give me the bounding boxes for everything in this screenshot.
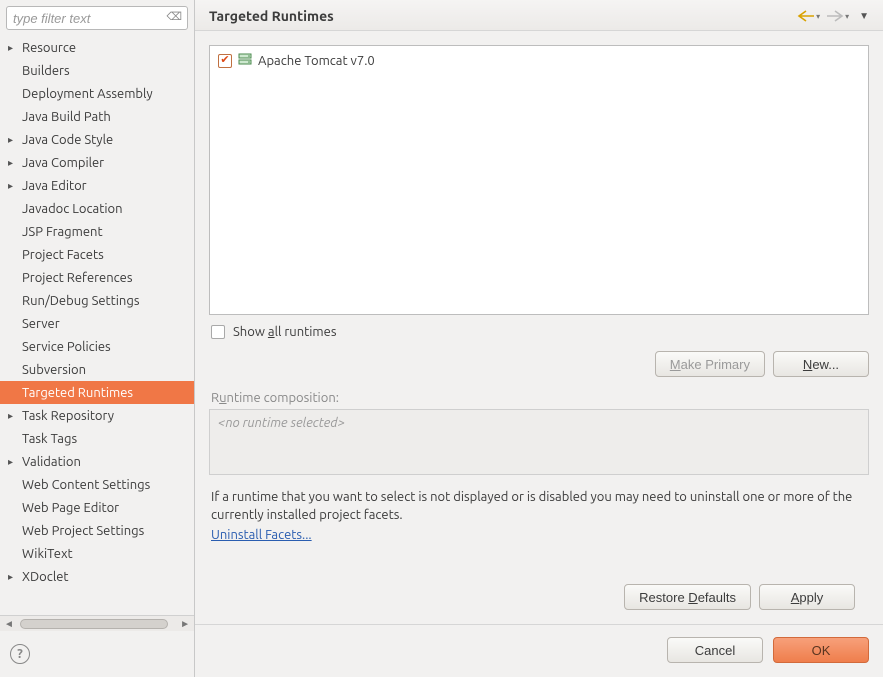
preferences-tree[interactable]: ▸ResourceBuildersDeployment AssemblyJava…: [0, 34, 194, 615]
main-pane: Targeted Runtimes ▾ ▾ ▼ Apache Tomcat v7…: [195, 0, 883, 677]
tree-item-label: Builders: [8, 64, 70, 78]
tree-item-label: Project References: [8, 271, 132, 285]
sidebar: ⌫ ▸ResourceBuildersDeployment AssemblyJa…: [0, 0, 195, 677]
clear-filter-icon[interactable]: ⌫: [166, 10, 182, 23]
runtimes-list[interactable]: Apache Tomcat v7.0: [209, 45, 869, 315]
show-all-runtimes-checkbox[interactable]: [211, 325, 225, 339]
tree-item[interactable]: Deployment Assembly: [0, 82, 194, 105]
help-icon[interactable]: ?: [10, 644, 30, 664]
page-header: Targeted Runtimes ▾ ▾ ▼: [195, 0, 883, 31]
tree-item[interactable]: ▸Validation: [0, 450, 194, 473]
expand-arrow-icon[interactable]: ▸: [8, 180, 20, 192]
tree-item[interactable]: Project Facets: [0, 243, 194, 266]
tree-item[interactable]: ▸Task Repository: [0, 404, 194, 427]
tree-item[interactable]: ▸Resource: [0, 36, 194, 59]
tree-item-label: Deployment Assembly: [8, 87, 153, 101]
tree-item[interactable]: Targeted Runtimes: [0, 381, 194, 404]
horizontal-scrollbar[interactable]: ◄ ►: [0, 615, 194, 631]
new-runtime-button[interactable]: New...: [773, 351, 869, 377]
tree-item[interactable]: ▸Java Editor: [0, 174, 194, 197]
tree-item-label: Java Editor: [20, 179, 87, 193]
tree-item-label: Java Code Style: [20, 133, 113, 147]
tree-item-label: Server: [8, 317, 60, 331]
runtime-composition-label: Runtime composition:: [209, 391, 869, 409]
cancel-button[interactable]: Cancel: [667, 637, 763, 663]
tree-item-label: Validation: [20, 455, 81, 469]
tree-item[interactable]: ▸Java Compiler: [0, 151, 194, 174]
filter-input[interactable]: [6, 6, 188, 30]
view-menu-icon[interactable]: ▼: [859, 10, 869, 22]
tree-item[interactable]: JSP Fragment: [0, 220, 194, 243]
tree-item[interactable]: Server: [0, 312, 194, 335]
info-text: If a runtime that you want to select is …: [209, 475, 869, 528]
tree-item-label: JSP Fragment: [8, 225, 103, 239]
tree-item[interactable]: Project References: [0, 266, 194, 289]
tree-item-label: Targeted Runtimes: [8, 386, 133, 400]
runtime-label: Apache Tomcat v7.0: [258, 54, 375, 68]
tree-item[interactable]: Service Policies: [0, 335, 194, 358]
show-all-runtimes-label: Show all runtimes: [233, 325, 336, 339]
tree-item-label: WikiText: [8, 547, 73, 561]
expand-arrow-icon[interactable]: ▸: [8, 571, 20, 583]
runtime-row[interactable]: Apache Tomcat v7.0: [214, 50, 864, 71]
runtime-checkbox[interactable]: [218, 54, 232, 68]
tree-item[interactable]: WikiText: [0, 542, 194, 565]
tree-item[interactable]: Web Content Settings: [0, 473, 194, 496]
tree-item-label: Java Compiler: [20, 156, 104, 170]
expand-arrow-icon[interactable]: ▸: [8, 410, 20, 422]
tree-item[interactable]: Builders: [0, 59, 194, 82]
expand-arrow-icon[interactable]: ▸: [8, 134, 20, 146]
restore-defaults-button[interactable]: Restore Defaults: [624, 584, 751, 610]
tree-item-label: Javadoc Location: [8, 202, 123, 216]
tree-item-label: Web Content Settings: [8, 478, 150, 492]
nav-back-button[interactable]: ▾: [797, 10, 820, 22]
tree-item[interactable]: ▸XDoclet: [0, 565, 194, 588]
tree-item[interactable]: Web Project Settings: [0, 519, 194, 542]
tree-item-label: Project Facets: [8, 248, 104, 262]
tree-item-label: Task Tags: [8, 432, 77, 446]
tree-item[interactable]: Javadoc Location: [0, 197, 194, 220]
page-title: Targeted Runtimes: [209, 8, 791, 24]
tree-item[interactable]: Task Tags: [0, 427, 194, 450]
expand-arrow-icon[interactable]: ▸: [8, 157, 20, 169]
tree-item-label: Web Page Editor: [8, 501, 119, 515]
expand-arrow-icon[interactable]: ▸: [8, 456, 20, 468]
tree-item-label: XDoclet: [20, 570, 69, 584]
uninstall-facets-link[interactable]: Uninstall Facets...: [209, 528, 869, 552]
server-icon: [238, 52, 252, 69]
runtime-composition-box: <no runtime selected>: [209, 409, 869, 475]
tree-item-label: Run/Debug Settings: [8, 294, 139, 308]
tree-item-label: Task Repository: [20, 409, 114, 423]
tree-item-label: Subversion: [8, 363, 86, 377]
nav-forward-button[interactable]: ▾: [826, 10, 849, 22]
tree-item[interactable]: Java Build Path: [0, 105, 194, 128]
ok-button[interactable]: OK: [773, 637, 869, 663]
tree-item-label: Java Build Path: [8, 110, 111, 124]
tree-item[interactable]: Run/Debug Settings: [0, 289, 194, 312]
expand-arrow-icon[interactable]: ▸: [8, 42, 20, 54]
make-primary-button[interactable]: Make Primary: [655, 351, 765, 377]
tree-item-label: Web Project Settings: [8, 524, 144, 538]
tree-item-label: Resource: [20, 41, 76, 55]
tree-item[interactable]: Web Page Editor: [0, 496, 194, 519]
apply-button[interactable]: Apply: [759, 584, 855, 610]
tree-item[interactable]: ▸Java Code Style: [0, 128, 194, 151]
tree-item[interactable]: Subversion: [0, 358, 194, 381]
tree-item-label: Service Policies: [8, 340, 111, 354]
